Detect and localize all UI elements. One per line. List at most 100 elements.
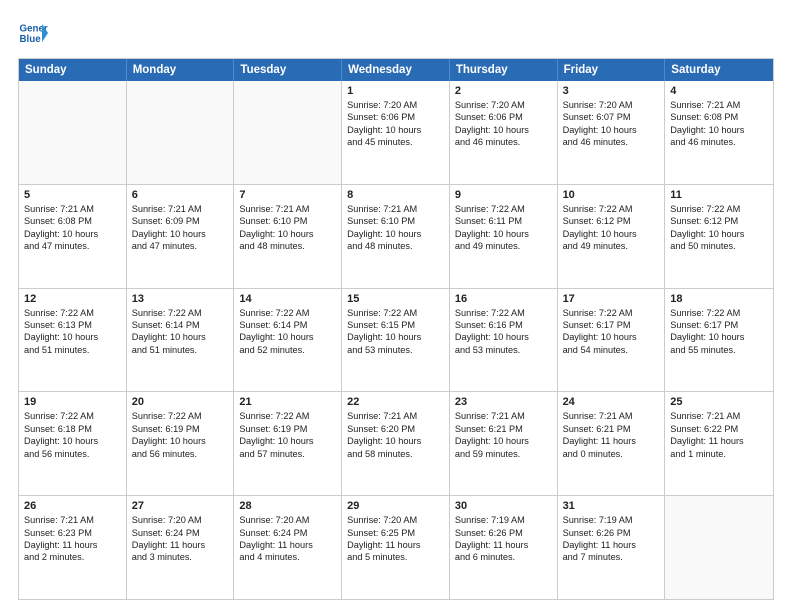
day-cell-25: 25Sunrise: 7:21 AMSunset: 6:22 PMDayligh… xyxy=(665,392,773,495)
cell-line: and 45 minutes. xyxy=(347,136,444,148)
day-number: 7 xyxy=(239,189,336,201)
cell-line: Sunset: 6:17 PM xyxy=(670,319,768,331)
cell-line: and 53 minutes. xyxy=(455,344,552,356)
day-number: 21 xyxy=(239,396,336,408)
cell-line: Daylight: 10 hours xyxy=(455,228,552,240)
cell-line: Sunset: 6:25 PM xyxy=(347,527,444,539)
week-row-4: 19 Sunrise: 7:22 AMSunset: 6:18 PM Dayligh… xyxy=(19,392,773,496)
cell-line: and 52 minutes. xyxy=(239,344,336,356)
cell-line: Sunset: 6:21 PM xyxy=(563,423,660,435)
cell-line: Sunset: 6:13 PM xyxy=(24,319,121,331)
day-number: 8 xyxy=(347,189,444,201)
cell-line: Sunrise: 7:22 AM xyxy=(670,203,768,215)
cell-line: Sunrise: 7:19 AM xyxy=(455,514,552,526)
day-cell-17: 17Sunrise: 7:22 AMSunset: 6:17 PMDayligh… xyxy=(558,289,666,392)
cell-line: Daylight: 10 hours xyxy=(455,124,552,136)
cell-line: Daylight: 10 hours xyxy=(670,228,768,240)
day-number: 25 xyxy=(670,396,768,408)
cell-line: Sunset: 6:20 PM xyxy=(347,423,444,435)
cell-line: and 49 minutes. xyxy=(455,240,552,252)
cell-line: Daylight: 10 hours xyxy=(239,331,336,343)
empty-cell xyxy=(19,81,127,184)
day-number: 16 xyxy=(455,293,552,305)
day-cell-8: 8Sunrise: 7:21 AMSunset: 6:10 PMDaylight… xyxy=(342,185,450,288)
day-cell-15: 15Sunrise: 7:22 AMSunset: 6:15 PMDayligh… xyxy=(342,289,450,392)
cell-line: and 4 minutes. xyxy=(239,551,336,563)
cell-line: and 2 minutes. xyxy=(24,551,121,563)
cell-line: Sunset: 6:12 PM xyxy=(563,215,660,227)
day-cell-5: 5Sunrise: 7:21 AMSunset: 6:08 PMDaylight… xyxy=(19,185,127,288)
svg-text:Blue: Blue xyxy=(20,34,42,45)
day-cell-28: 28Sunrise: 7:20 AMSunset: 6:24 PMDayligh… xyxy=(234,496,342,599)
day-number: 5 xyxy=(24,189,121,201)
cell-line: Sunrise: 7:21 AM xyxy=(239,203,336,215)
day-number: 20 xyxy=(132,396,229,408)
cell-line: Daylight: 11 hours xyxy=(563,435,660,447)
cell-line: Sunrise: 7:22 AM xyxy=(455,203,552,215)
day-cell-10: 10Sunrise: 7:22 AMSunset: 6:12 PMDayligh… xyxy=(558,185,666,288)
cell-line: Sunrise: 7:22 AM xyxy=(24,410,121,422)
cell-line: and 59 minutes. xyxy=(455,448,552,460)
cell-line: Sunset: 6:23 PM xyxy=(24,527,121,539)
day-cell-18: 18Sunrise: 7:22 AMSunset: 6:17 PMDayligh… xyxy=(665,289,773,392)
empty-cell xyxy=(234,81,342,184)
header-day-saturday: Saturday xyxy=(665,59,773,81)
day-cell-24: 24Sunrise: 7:21 AMSunset: 6:21 PMDayligh… xyxy=(558,392,666,495)
day-cell-11: 11Sunrise: 7:22 AMSunset: 6:12 PMDayligh… xyxy=(665,185,773,288)
cell-line: and 56 minutes. xyxy=(24,448,121,460)
cell-line: Daylight: 10 hours xyxy=(132,435,229,447)
cell-line: Daylight: 11 hours xyxy=(132,539,229,551)
week-row-1: 1Sunrise: 7:20 AMSunset: 6:06 PMDaylight… xyxy=(19,81,773,185)
day-number: 9 xyxy=(455,189,552,201)
day-number: 3 xyxy=(563,85,660,97)
day-number: 22 xyxy=(347,396,444,408)
week-row-3: 12Sunrise: 7:22 AMSunset: 6:13 PMDayligh… xyxy=(19,289,773,393)
header-day-thursday: Thursday xyxy=(450,59,558,81)
cell-line: Daylight: 10 hours xyxy=(563,331,660,343)
cell-line: and 46 minutes. xyxy=(670,136,768,148)
cell-line: Sunrise: 7:21 AM xyxy=(455,410,552,422)
cell-line: Sunrise: 7:22 AM xyxy=(670,307,768,319)
calendar: SundayMondayTuesdayWednesdayThursdayFrid… xyxy=(18,58,774,600)
cell-line: Sunrise: 7:20 AM xyxy=(239,514,336,526)
cell-line: Daylight: 10 hours xyxy=(239,435,336,447)
cell-line: Daylight: 10 hours xyxy=(347,331,444,343)
day-cell-7: 7Sunrise: 7:21 AMSunset: 6:10 PMDaylight… xyxy=(234,185,342,288)
cell-line: and 6 minutes. xyxy=(455,551,552,563)
cell-line: Sunset: 6:15 PM xyxy=(347,319,444,331)
cell-line: Sunrise: 7:21 AM xyxy=(24,514,121,526)
day-number: 19 xyxy=(24,396,121,408)
cell-line: Sunrise: 7:21 AM xyxy=(670,410,768,422)
cell-line: Daylight: 10 hours xyxy=(563,228,660,240)
cell-line: Daylight: 10 hours xyxy=(563,124,660,136)
day-number: 27 xyxy=(132,500,229,512)
cell-line: and 51 minutes. xyxy=(132,344,229,356)
header-day-sunday: Sunday xyxy=(19,59,127,81)
cell-line: Sunset: 6:19 PM xyxy=(132,423,229,435)
day-cell-13: 13Sunrise: 7:22 AMSunset: 6:14 PMDayligh… xyxy=(127,289,235,392)
calendar-body: 1Sunrise: 7:20 AMSunset: 6:06 PMDaylight… xyxy=(19,81,773,599)
day-cell-20: 20Sunrise: 7:22 AMSunset: 6:19 PMDayligh… xyxy=(127,392,235,495)
day-cell-26: 26Sunrise: 7:21 AMSunset: 6:23 PMDayligh… xyxy=(19,496,127,599)
day-number: 15 xyxy=(347,293,444,305)
cell-line: Sunset: 6:06 PM xyxy=(455,111,552,123)
cell-line: Sunset: 6:14 PM xyxy=(132,319,229,331)
cell-line: Sunset: 6:17 PM xyxy=(563,319,660,331)
day-number: 10 xyxy=(563,189,660,201)
day-cell-29: 29Sunrise: 7:20 AMSunset: 6:25 PMDayligh… xyxy=(342,496,450,599)
day-cell-30: 30Sunrise: 7:19 AMSunset: 6:26 PMDayligh… xyxy=(450,496,558,599)
day-number: 18 xyxy=(670,293,768,305)
cell-line: Sunset: 6:14 PM xyxy=(239,319,336,331)
day-cell-19: 19Sunrise: 7:22 AMSunset: 6:18 PMDayligh… xyxy=(19,392,127,495)
cell-line: Daylight: 10 hours xyxy=(455,435,552,447)
week-row-5: 26Sunrise: 7:21 AMSunset: 6:23 PMDayligh… xyxy=(19,496,773,599)
cell-line: and 54 minutes. xyxy=(563,344,660,356)
cell-line: Sunset: 6:19 PM xyxy=(239,423,336,435)
cell-line: Sunset: 6:18 PM xyxy=(24,423,121,435)
cell-line: Sunset: 6:22 PM xyxy=(670,423,768,435)
cell-line: and 47 minutes. xyxy=(24,240,121,252)
day-cell-1: 1Sunrise: 7:20 AMSunset: 6:06 PMDaylight… xyxy=(342,81,450,184)
day-number: 2 xyxy=(455,85,552,97)
day-cell-12: 12Sunrise: 7:22 AMSunset: 6:13 PMDayligh… xyxy=(19,289,127,392)
day-cell-14: 14Sunrise: 7:22 AMSunset: 6:14 PMDayligh… xyxy=(234,289,342,392)
